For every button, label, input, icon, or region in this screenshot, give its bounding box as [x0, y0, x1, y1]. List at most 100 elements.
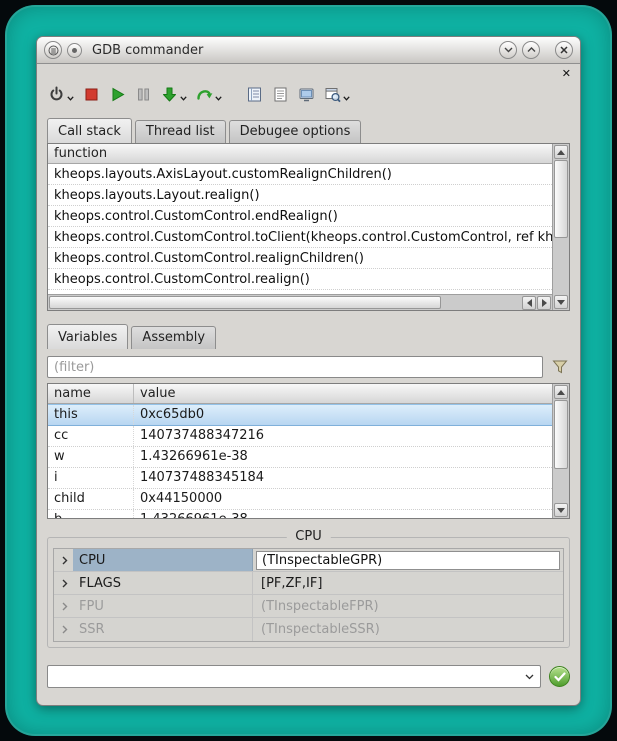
variable-value: 140737488345184	[134, 468, 552, 488]
cpu-row-name: FPU	[73, 595, 253, 617]
variable-row[interactable]: i 140737488345184	[48, 468, 552, 489]
variables-rows: this 0xc65db0 cc 140737488347216 w 1.432…	[48, 404, 552, 518]
tab-debugee-options[interactable]: Debugee options	[229, 120, 362, 143]
power-button[interactable]	[45, 84, 77, 105]
titlebar[interactable]: GDB commander	[37, 37, 580, 64]
inspector-dropdown[interactable]	[343, 96, 350, 103]
scroll-left-button[interactable]	[522, 296, 536, 310]
tab-variables[interactable]: Variables	[47, 324, 128, 349]
chevron-up-icon	[527, 47, 536, 53]
stop-icon	[83, 86, 100, 103]
scroll-up-button[interactable]	[554, 145, 568, 159]
cpu-row-value: (TInspectableFPR)	[253, 599, 563, 614]
inspector-button[interactable]	[321, 84, 353, 105]
gdb-commander-window: GDB commander ✕	[36, 36, 581, 706]
scroll-down-button[interactable]	[554, 295, 568, 309]
scroll-up-button[interactable]	[554, 385, 568, 399]
callstack-row[interactable]: kheops.layouts.AxisLayout.customRealignC…	[48, 164, 552, 185]
inspector-icon	[324, 86, 341, 103]
cpu-group-title: CPU	[286, 529, 330, 544]
chevron-down-icon	[525, 674, 534, 680]
tab-call-stack[interactable]: Call stack	[47, 118, 132, 143]
cpu-row[interactable]: SSR (TInspectableSSR)	[54, 618, 563, 641]
step-over-dropdown[interactable]	[215, 96, 222, 103]
callstack-hscrollbar[interactable]	[48, 294, 552, 310]
app-menu-icon	[48, 45, 59, 56]
callstack-vscrollbar[interactable]	[552, 144, 569, 310]
expand-arrow-icon[interactable]	[57, 625, 73, 634]
cpu-row[interactable]: CPU	[54, 549, 563, 572]
app-menu-button[interactable]	[44, 41, 62, 59]
power-dropdown[interactable]	[67, 96, 74, 103]
ok-button[interactable]	[549, 666, 570, 687]
callstack-row[interactable]: kheops.layouts.Layout.realign()	[48, 185, 552, 206]
variables-column-value[interactable]: value	[134, 384, 552, 403]
cpu-value-field[interactable]	[256, 551, 560, 570]
triangle-up-icon	[557, 390, 565, 395]
step-into-button[interactable]	[158, 84, 190, 105]
expand-arrow-icon[interactable]	[57, 579, 73, 588]
triangle-right-icon	[542, 299, 547, 307]
variable-row[interactable]: child 0x44150000	[48, 489, 552, 510]
callstack-tabbar: Call stack Thread list Debugee options	[37, 112, 580, 143]
callstack-header-label: function	[54, 146, 107, 161]
callstack-row[interactable]: kheops.control.CustomControl.endRealign(…	[48, 206, 552, 227]
debug-toolbar	[37, 79, 580, 112]
pin-button[interactable]	[67, 43, 82, 58]
dropdown-chevron-icon	[180, 96, 187, 101]
run-icon	[109, 86, 126, 103]
variable-value: 140737488347216	[134, 426, 552, 446]
pause-button[interactable]	[132, 84, 155, 105]
hscroll-thumb[interactable]	[49, 296, 441, 309]
scroll-right-button[interactable]	[537, 296, 551, 310]
vscroll-track[interactable]	[554, 400, 568, 502]
vscroll-thumb[interactable]	[554, 400, 568, 469]
scroll-down-button[interactable]	[554, 503, 568, 517]
tab-thread-list[interactable]: Thread list	[135, 120, 226, 143]
variable-row[interactable]: cc 140737488347216	[48, 426, 552, 447]
maximize-button[interactable]	[522, 41, 540, 59]
cpu-row-name: FLAGS	[73, 572, 253, 594]
vscroll-track[interactable]	[554, 160, 568, 294]
cpu-row[interactable]: FPU (TInspectableFPR)	[54, 595, 563, 618]
memory-view-icon	[298, 86, 315, 103]
variable-row[interactable]: w 1.43266961e-38	[48, 447, 552, 468]
close-button[interactable]	[555, 41, 573, 59]
triangle-down-icon	[557, 508, 565, 513]
command-combobox[interactable]	[47, 665, 541, 688]
dock-header: ✕	[37, 64, 580, 79]
watch-list-button[interactable]	[243, 84, 266, 105]
variables-column-name[interactable]: name	[48, 384, 134, 403]
variable-row[interactable]: this 0xc65db0	[48, 404, 552, 426]
source-list-button[interactable]	[269, 84, 292, 105]
variables-vscrollbar[interactable]	[552, 384, 569, 518]
run-button[interactable]	[106, 84, 129, 105]
chevron-down-icon	[504, 47, 513, 53]
expand-arrow-icon[interactable]	[57, 602, 73, 611]
tab-assembly[interactable]: Assembly	[131, 326, 216, 349]
callstack-row[interactable]: kheops.control.CustomControl.toClient(kh…	[48, 227, 552, 248]
command-input[interactable]	[48, 666, 521, 687]
dock-close-button[interactable]: ✕	[562, 68, 571, 79]
step-over-button[interactable]	[193, 84, 225, 105]
stop-button[interactable]	[80, 84, 103, 105]
step-into-dropdown[interactable]	[180, 96, 187, 103]
watch-list-icon	[246, 86, 263, 103]
variables-table: name value this 0xc65db0 cc 140737488347…	[47, 383, 570, 519]
combo-dropdown-button[interactable]	[521, 674, 537, 680]
step-into-icon	[161, 86, 178, 103]
filter-button[interactable]	[550, 359, 570, 375]
shade-button[interactable]	[499, 41, 517, 59]
command-row	[47, 665, 570, 688]
callstack-row[interactable]: kheops.control.CustomControl.realignChil…	[48, 248, 552, 269]
expand-arrow-icon[interactable]	[57, 556, 73, 565]
vscroll-thumb[interactable]	[554, 160, 568, 238]
power-icon	[48, 86, 65, 103]
cpu-row[interactable]: FLAGS [PF,ZF,IF]	[54, 572, 563, 595]
callstack-row[interactable]: kheops.control.CustomControl.realign()	[48, 269, 552, 290]
memory-view-button[interactable]	[295, 84, 318, 105]
callstack-column-header[interactable]: function	[48, 144, 552, 164]
variable-row[interactable]: b 1.43266961e-38	[48, 510, 552, 518]
filter-input[interactable]	[47, 356, 543, 378]
cpu-row-name: SSR	[73, 618, 253, 641]
